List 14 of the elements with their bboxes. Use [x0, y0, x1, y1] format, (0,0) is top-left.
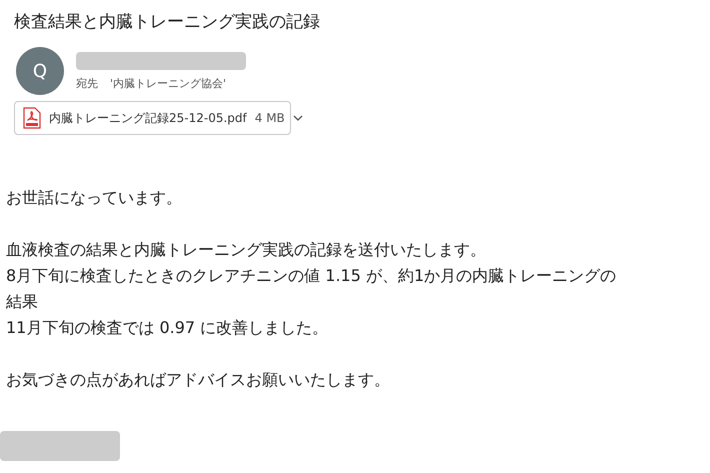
attachment-name: 内臓トレーニング記録25-12-05.pdf: [49, 110, 247, 126]
chevron-down-icon[interactable]: [292, 115, 303, 121]
body-text-line: 血液検査の結果と内臓トレーニング実践の記録を送付いたします。: [6, 239, 487, 261]
body-text-line: 結果: [6, 291, 39, 313]
body-text-line: 11月下旬の検査では 0.97 に改善しました。: [6, 317, 330, 339]
recipient-label: 宛先: [76, 76, 98, 90]
attachment-size: 4 MB: [254, 111, 285, 125]
pdf-file-icon: [23, 107, 41, 129]
sender-avatar: Q: [16, 47, 64, 95]
email-subject: 検査結果と内臓トレーニング実践の記録: [14, 11, 321, 33]
body-text-line: お世話になっています。: [6, 187, 183, 209]
recipient-name: '内臓トレーニング協会': [110, 76, 226, 90]
body-text-line: 8月下旬に検査したときのクレアチニンの値 1.15 が、約1か月の内臓トレーニングの: [6, 265, 618, 287]
body-text-line: お気づきの点があればアドバイスお願いいたします。: [6, 369, 391, 391]
